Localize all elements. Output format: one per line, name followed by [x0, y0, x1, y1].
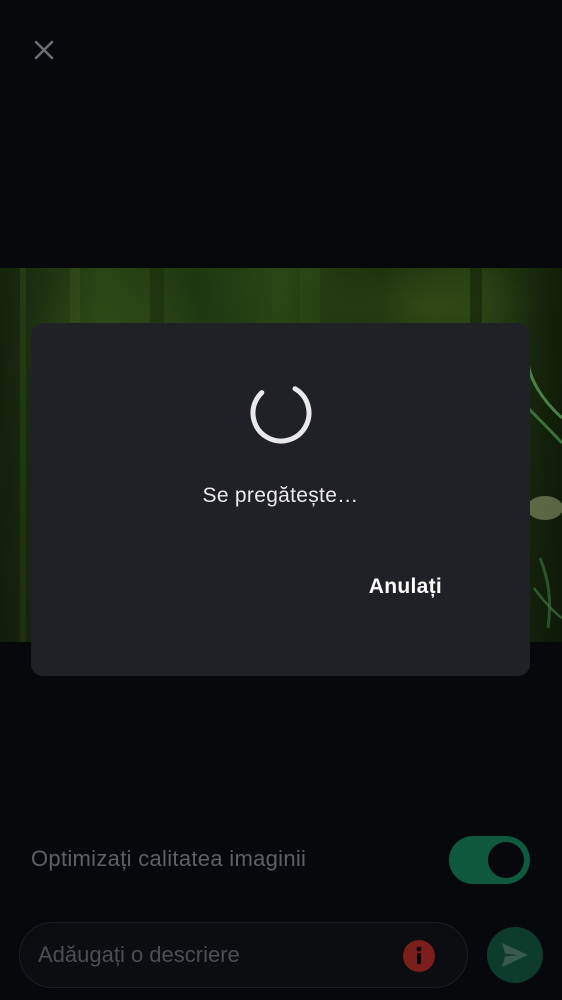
info-icon[interactable]: [403, 940, 435, 972]
optimize-quality-toggle[interactable]: [449, 836, 530, 884]
send-icon: [502, 943, 528, 967]
cancel-button[interactable]: Anulați: [345, 559, 466, 615]
dialog-message: Se pregătește…: [202, 484, 359, 507]
screen: Se pregătește… Anulați Optimizați calita…: [0, 0, 562, 1000]
close-button[interactable]: [24, 30, 64, 70]
optimize-quality-label: Optimizați calitatea imaginii: [31, 846, 307, 871]
description-field: [19, 922, 468, 988]
toggle-knob: [488, 842, 524, 878]
optimize-quality-row: Optimizați calitatea imaginii: [31, 836, 531, 884]
description-input[interactable]: [38, 935, 398, 975]
send-button[interactable]: [487, 927, 543, 983]
progress-spinner-icon: [250, 382, 312, 444]
progress-dialog: Se pregătește… Anulați: [31, 323, 530, 676]
info-glyph-icon: [416, 946, 422, 964]
close-icon: [34, 40, 54, 60]
